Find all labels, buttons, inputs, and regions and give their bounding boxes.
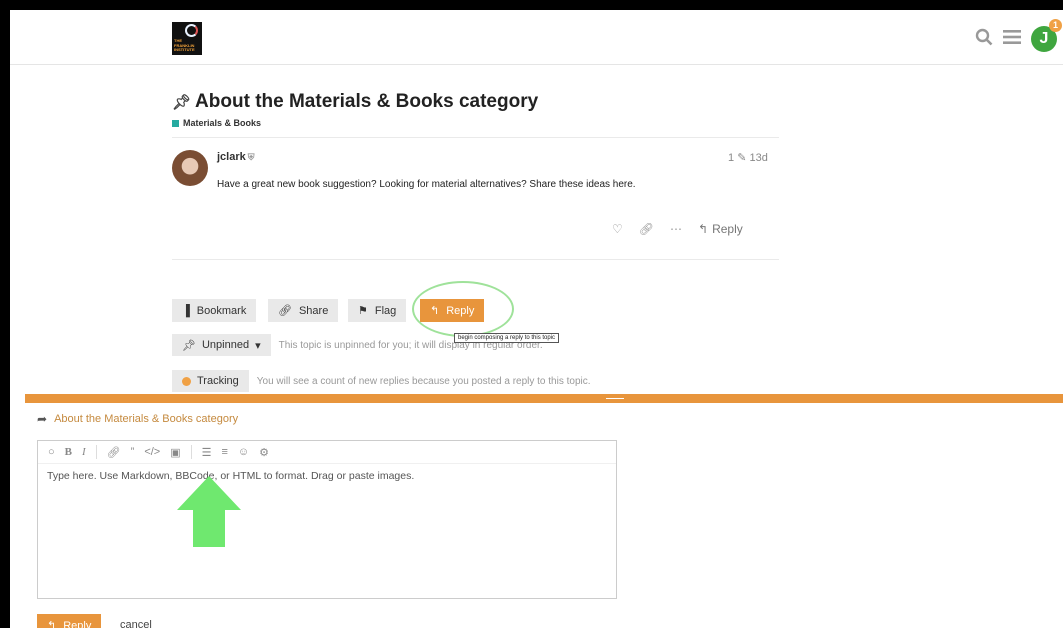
editor-toolbar: ○ B I 🔗︎ ” </> ▣ ☰ ≡ ☺ ⚙ (38, 441, 616, 464)
highlight-circle-annotation (412, 281, 514, 337)
divider (172, 259, 779, 260)
category-badge[interactable]: Materials & Books (172, 118, 261, 128)
site-logo[interactable]: THE FRANKLIN INSTITUTE (172, 22, 202, 55)
composer-resize-grip[interactable] (606, 398, 624, 399)
flag-label: Flag (374, 304, 397, 317)
post-author-avatar[interactable] (172, 150, 208, 186)
more-ellipsis-icon[interactable]: ⋯ (670, 222, 682, 236)
share-label: Share (298, 304, 329, 317)
reply-textarea[interactable] (38, 464, 616, 598)
like-heart-icon[interactable]: ♡ (612, 222, 623, 236)
post-reply-button[interactable]: ↰ Reply (698, 222, 743, 236)
tracking-dot-icon (182, 376, 191, 386)
tracking-status-text: You will see a count of new replies beca… (256, 375, 591, 387)
post-author[interactable]: jclark ⛨ (217, 151, 255, 163)
reply-arrow-icon: ↰ (47, 620, 57, 628)
user-avatar[interactable]: J 1 (1031, 19, 1062, 52)
image-upload-icon[interactable]: ▣ (170, 446, 180, 459)
italic-icon[interactable]: I (82, 446, 86, 458)
share-arrow-icon: ➦ (37, 412, 48, 426)
bullet-list-icon[interactable]: ☰ (202, 446, 212, 459)
browser-viewport: THE FRANKLIN INSTITUTE J 1 📌︎ About the … (10, 10, 1063, 628)
post-body: Have a great new book suggestion? Lookin… (217, 179, 636, 190)
topic-title: 📌︎ About the Materials & Books category (172, 91, 538, 113)
share-button[interactable]: 🔗︎ Share (268, 299, 339, 322)
cancel-link[interactable]: cancel (120, 619, 152, 628)
post-actions: ♡ 🔗︎ ⋯ ↰ Reply (612, 222, 743, 236)
reply-arrow-icon: ↰ (698, 222, 709, 236)
tracking-dropdown[interactable]: Tracking (172, 370, 249, 392)
reply-tooltip: begin composing a reply to this topic (454, 333, 560, 343)
code-icon[interactable]: </> (144, 446, 160, 458)
quote-bubble-icon[interactable]: ○ (48, 446, 55, 458)
composer-header: ➦ About the Materials & Books category (37, 412, 238, 426)
search-icon[interactable] (975, 28, 993, 50)
unpinned-label: Unpinned (201, 339, 250, 351)
notification-badge: 1 (1049, 19, 1062, 32)
submit-reply-button[interactable]: ↰ Reply (37, 614, 102, 628)
flag-button[interactable]: ⚑ Flag (348, 299, 407, 322)
post-age[interactable]: 13d (749, 152, 767, 164)
post-username: jclark (217, 151, 246, 163)
toolbar-separator (95, 445, 97, 459)
link-icon[interactable]: 🔗︎ (639, 222, 654, 236)
link-icon: 🔗︎ (278, 305, 292, 317)
blockquote-icon[interactable]: ” (131, 446, 135, 458)
annotation-arrow-icon (177, 476, 241, 547)
tracking-notification-row: Tracking You will see a count of new rep… (172, 370, 591, 392)
gear-icon[interactable]: ⚙ (259, 446, 269, 459)
shield-icon: ⛨ (247, 152, 255, 162)
flag-icon: ⚑ (358, 305, 368, 317)
pin-icon: 📌︎ (172, 94, 192, 111)
site-header: THE FRANKLIN INSTITUTE J 1 (10, 10, 1063, 65)
bookmark-button[interactable]: ▐ Bookmark (172, 299, 257, 322)
post-meta: 1 ✎ 13d (728, 151, 768, 164)
toolbar-separator (190, 445, 192, 459)
submit-reply-label: Reply (63, 619, 92, 628)
tracking-label: Tracking (197, 375, 239, 387)
post-reply-label: Reply (712, 222, 743, 236)
link-icon[interactable]: 🔗︎ (107, 446, 121, 459)
logo-ring-icon (185, 24, 198, 37)
edit-count[interactable]: 1 (728, 152, 734, 164)
pencil-icon: ✎ (737, 152, 747, 164)
emoji-icon[interactable]: ☺ (238, 446, 249, 458)
topic-title-text[interactable]: About the Materials & Books category (195, 91, 538, 113)
composer-editor: ○ B I 🔗︎ ” </> ▣ ☰ ≡ ☺ ⚙ (37, 440, 617, 599)
bookmark-icon: ▐ (182, 304, 190, 317)
reply-to-topic-link[interactable]: About the Materials & Books category (54, 413, 238, 425)
header-icons: J 1 (975, 19, 1062, 53)
user-initial: J (1039, 30, 1049, 47)
unpinned-dropdown[interactable]: 📌︎ Unpinned ▾ (172, 334, 271, 356)
bold-icon[interactable]: B (65, 446, 72, 458)
category-name: Materials & Books (183, 118, 262, 128)
caret-down-icon: ▾ (255, 339, 261, 352)
hamburger-icon[interactable] (1003, 29, 1021, 49)
logo-text: THE FRANKLIN INSTITUTE (174, 38, 195, 52)
category-color-square (172, 119, 179, 127)
divider (172, 137, 779, 138)
pin-icon: 📌︎ (182, 339, 196, 352)
bookmark-label: Bookmark (196, 304, 247, 317)
numbered-list-icon[interactable]: ≡ (222, 446, 228, 458)
